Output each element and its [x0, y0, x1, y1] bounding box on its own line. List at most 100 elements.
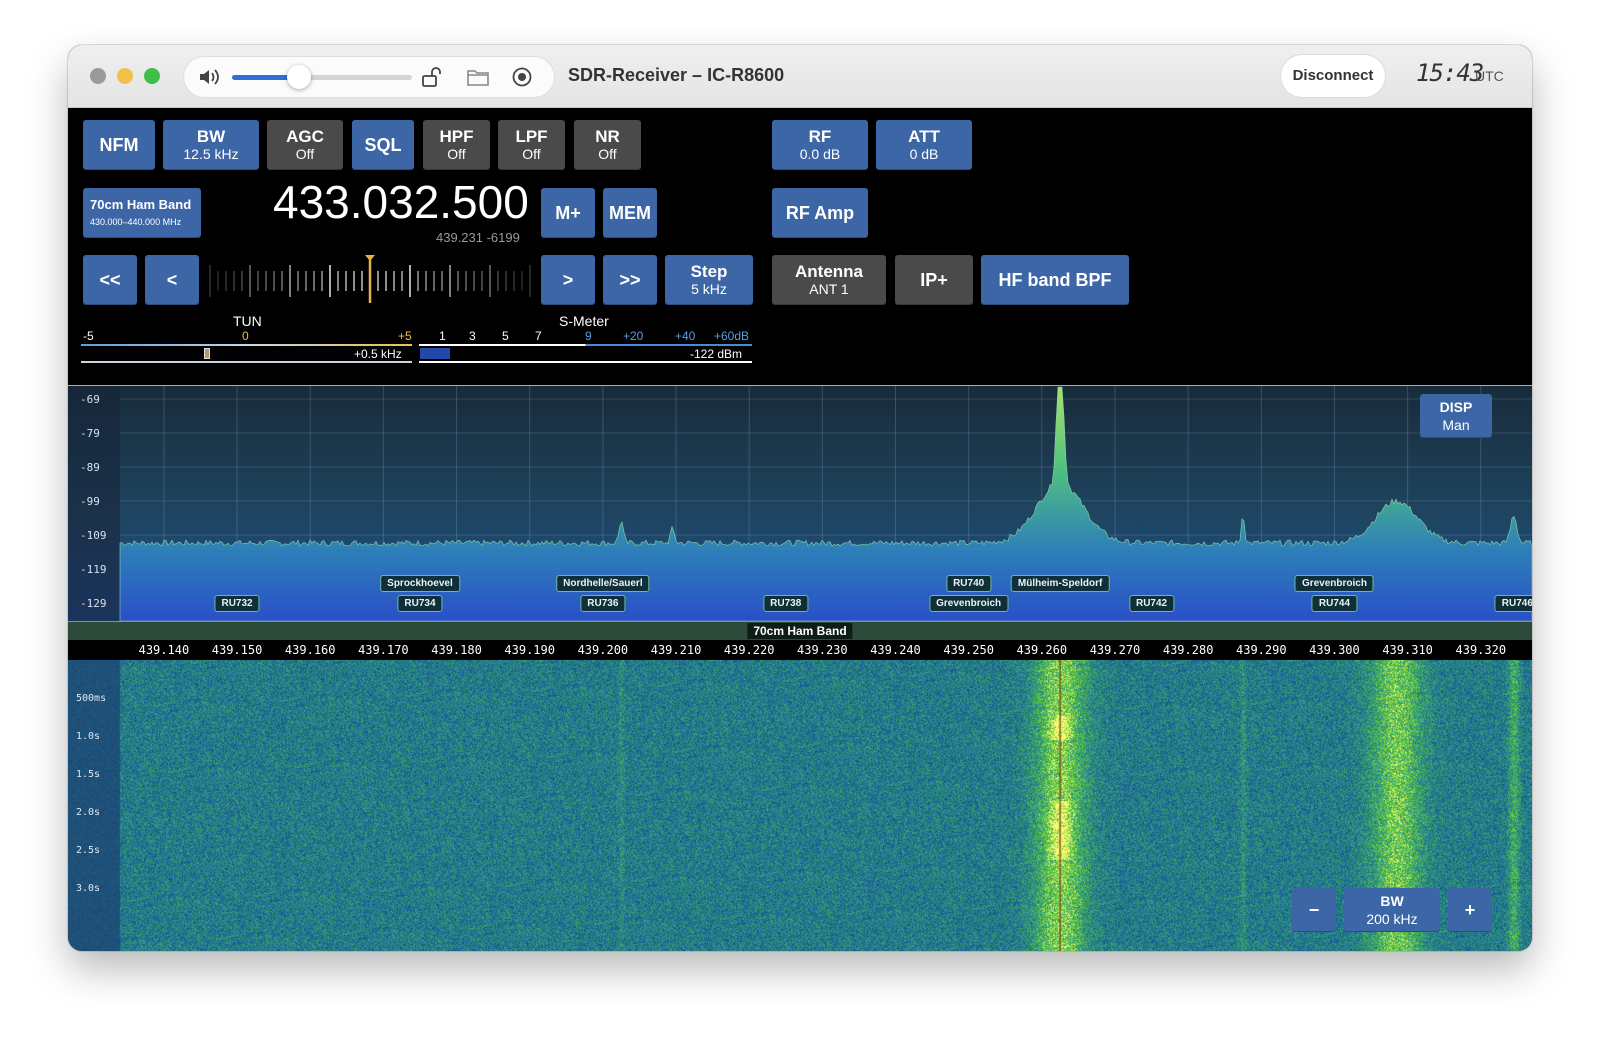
tun-meter-title: TUN: [233, 313, 262, 329]
band-indicator-bar: 70cm Ham Band: [68, 621, 1532, 640]
channel-marker[interactable]: RU738: [763, 595, 809, 612]
y-axis-label: -79: [80, 427, 100, 440]
spectrum-display[interactable]: -69 -79 -89 -99 -109 -119 -129 RU732 RU734 RU736…: [68, 385, 1532, 621]
tune-fast-down-button[interactable]: <<: [83, 255, 137, 305]
frequency-axis-label: 439.250: [943, 643, 994, 657]
lock-open-icon[interactable]: [420, 66, 444, 88]
rf-gain-button[interactable]: RF 0.0 dB: [772, 120, 868, 170]
attenuator-button[interactable]: ATT 0 dB: [876, 120, 972, 170]
s-meter-tick-label: 7: [535, 329, 542, 343]
frequency-axis-label: 439.170: [358, 643, 409, 657]
s-meter-scale-line: [419, 344, 752, 346]
close-window-button[interactable]: [90, 68, 106, 84]
channel-marker[interactable]: RU734: [397, 595, 443, 612]
dial-needle-marker: [365, 255, 375, 261]
band-indicator-label: 70cm Ham Band: [747, 623, 853, 639]
channel-marker[interactable]: RU736: [580, 595, 626, 612]
squelch-button[interactable]: SQL: [352, 120, 414, 170]
s-meter-title: S-Meter: [559, 313, 609, 329]
att-value: 0 dB: [909, 146, 939, 162]
agc-value: Off: [295, 146, 315, 162]
waterfall-bw-button[interactable]: BW 200 kHz: [1344, 888, 1440, 932]
nr-button[interactable]: NR Off: [574, 120, 641, 170]
agc-button[interactable]: AGC Off: [267, 120, 343, 170]
hpf-label: HPF: [439, 127, 474, 146]
bw-label: BW: [196, 127, 226, 146]
frequency-axis-label: 439.180: [431, 643, 482, 657]
waterfall-display[interactable]: 500ms 1.0s 1.5s 2.0s 2.5s 3.0s − BW 200 kHz +: [68, 660, 1532, 951]
waterfall-bw-increase-button[interactable]: +: [1448, 888, 1492, 932]
bandwidth-button[interactable]: BW 12.5 kHz: [163, 120, 259, 170]
waterfall-time-label: 500ms: [76, 693, 107, 704]
app-window: SDR-Receiver – IC-R8600 Disconnect 15:43…: [68, 45, 1532, 951]
channel-marker[interactable]: RU744: [1311, 595, 1358, 612]
speaker-icon[interactable]: [198, 67, 222, 87]
frequency-display[interactable]: 433.032.500: [273, 175, 529, 229]
rf-amp-button[interactable]: RF Amp: [772, 188, 868, 238]
mode-button[interactable]: NFM: [83, 120, 155, 170]
s-meter-tick-label: +40: [675, 329, 696, 343]
window-title: SDR-Receiver – IC-R8600: [568, 65, 785, 85]
folder-icon[interactable]: [466, 66, 490, 88]
tune-fast-up-button[interactable]: >>: [603, 255, 657, 305]
fast-up-label: >>: [619, 269, 641, 290]
y-axis-label: -69: [80, 393, 100, 406]
volume-slider[interactable]: [232, 65, 412, 89]
channel-marker[interactable]: RU742: [1128, 595, 1175, 612]
channel-marker[interactable]: Grevenbroich: [929, 595, 1009, 612]
wf-bw-label: BW: [1380, 893, 1404, 909]
lpf-button[interactable]: LPF Off: [498, 120, 565, 170]
display-mode-button[interactable]: DISP Man: [1420, 394, 1492, 438]
waterfall-time-label: 1.0s: [76, 731, 101, 742]
frequency-axis-label: 439.280: [1162, 643, 1214, 657]
ip-plus-button[interactable]: IP+: [895, 255, 973, 305]
tun-min-label: -5: [83, 329, 94, 343]
frequency-axis-label: 439.290: [1236, 643, 1287, 657]
volume-slider-thumb[interactable]: [286, 65, 311, 89]
record-icon[interactable]: [510, 66, 534, 88]
frequency-axis-label: 439.140: [138, 643, 190, 657]
s-meter-base-line: [419, 361, 752, 363]
tun-base-line: [81, 361, 412, 363]
antenna-value: ANT 1: [809, 281, 849, 297]
hpf-button[interactable]: HPF Off: [423, 120, 490, 170]
channel-marker[interactable]: Grevenbroich: [1294, 575, 1374, 592]
band-name: 70cm Ham Band: [90, 197, 192, 212]
tun-offset-marker: [203, 348, 210, 359]
disconnect-button[interactable]: Disconnect: [1281, 55, 1385, 97]
step-button[interactable]: Step 5 kHz: [665, 255, 753, 305]
channel-marker[interactable]: Mülheim-Speldorf: [1010, 575, 1110, 592]
ipplus-label: IP+: [920, 269, 948, 290]
channel-marker[interactable]: Sprockhoevel: [380, 575, 460, 592]
channel-marker[interactable]: RU732: [214, 595, 260, 612]
rf-label: RF: [808, 127, 832, 146]
maximize-window-button[interactable]: [144, 68, 160, 84]
channel-marker[interactable]: RU740: [946, 575, 992, 592]
channel-marker[interactable]: Nordhelle/Sauerl: [556, 575, 650, 592]
minimize-window-button[interactable]: [117, 68, 133, 84]
tune-up-button[interactable]: >: [541, 255, 595, 305]
frequency-axis: 439.140 439.150 439.160 439.170 439.180 439.1…: [68, 640, 1532, 660]
tuning-dial[interactable]: [205, 251, 535, 309]
waterfall-time-label: 2.5s: [76, 845, 101, 856]
agc-label: AGC: [286, 127, 324, 146]
memory-add-button[interactable]: M+: [541, 188, 595, 238]
rf-value: 0.0 dB: [799, 146, 841, 162]
up-label: >: [562, 269, 574, 290]
hf-band-bpf-button[interactable]: HF band BPF: [981, 255, 1129, 305]
nr-value: Off: [598, 146, 617, 162]
band-button[interactable]: 70cm Ham Band 430.000–440.000 MHz: [83, 188, 201, 238]
fast-down-label: <<: [99, 269, 121, 290]
y-axis-label: -119: [80, 563, 107, 576]
minus-label: −: [1308, 899, 1320, 920]
memory-button[interactable]: MEM: [603, 188, 657, 238]
tune-down-button[interactable]: <: [145, 255, 199, 305]
hpf-value: Off: [447, 146, 466, 162]
s-meter-tick-label: +20: [623, 329, 644, 343]
antenna-button[interactable]: Antenna ANT 1: [772, 255, 886, 305]
frequency-axis-label: 439.300: [1309, 643, 1360, 657]
waterfall-bw-decrease-button[interactable]: −: [1292, 888, 1336, 932]
frequency-axis-label: 439.220: [723, 643, 775, 657]
waterfall-time-label: 3.0s: [76, 883, 101, 894]
channel-marker[interactable]: RU746: [1494, 595, 1532, 612]
